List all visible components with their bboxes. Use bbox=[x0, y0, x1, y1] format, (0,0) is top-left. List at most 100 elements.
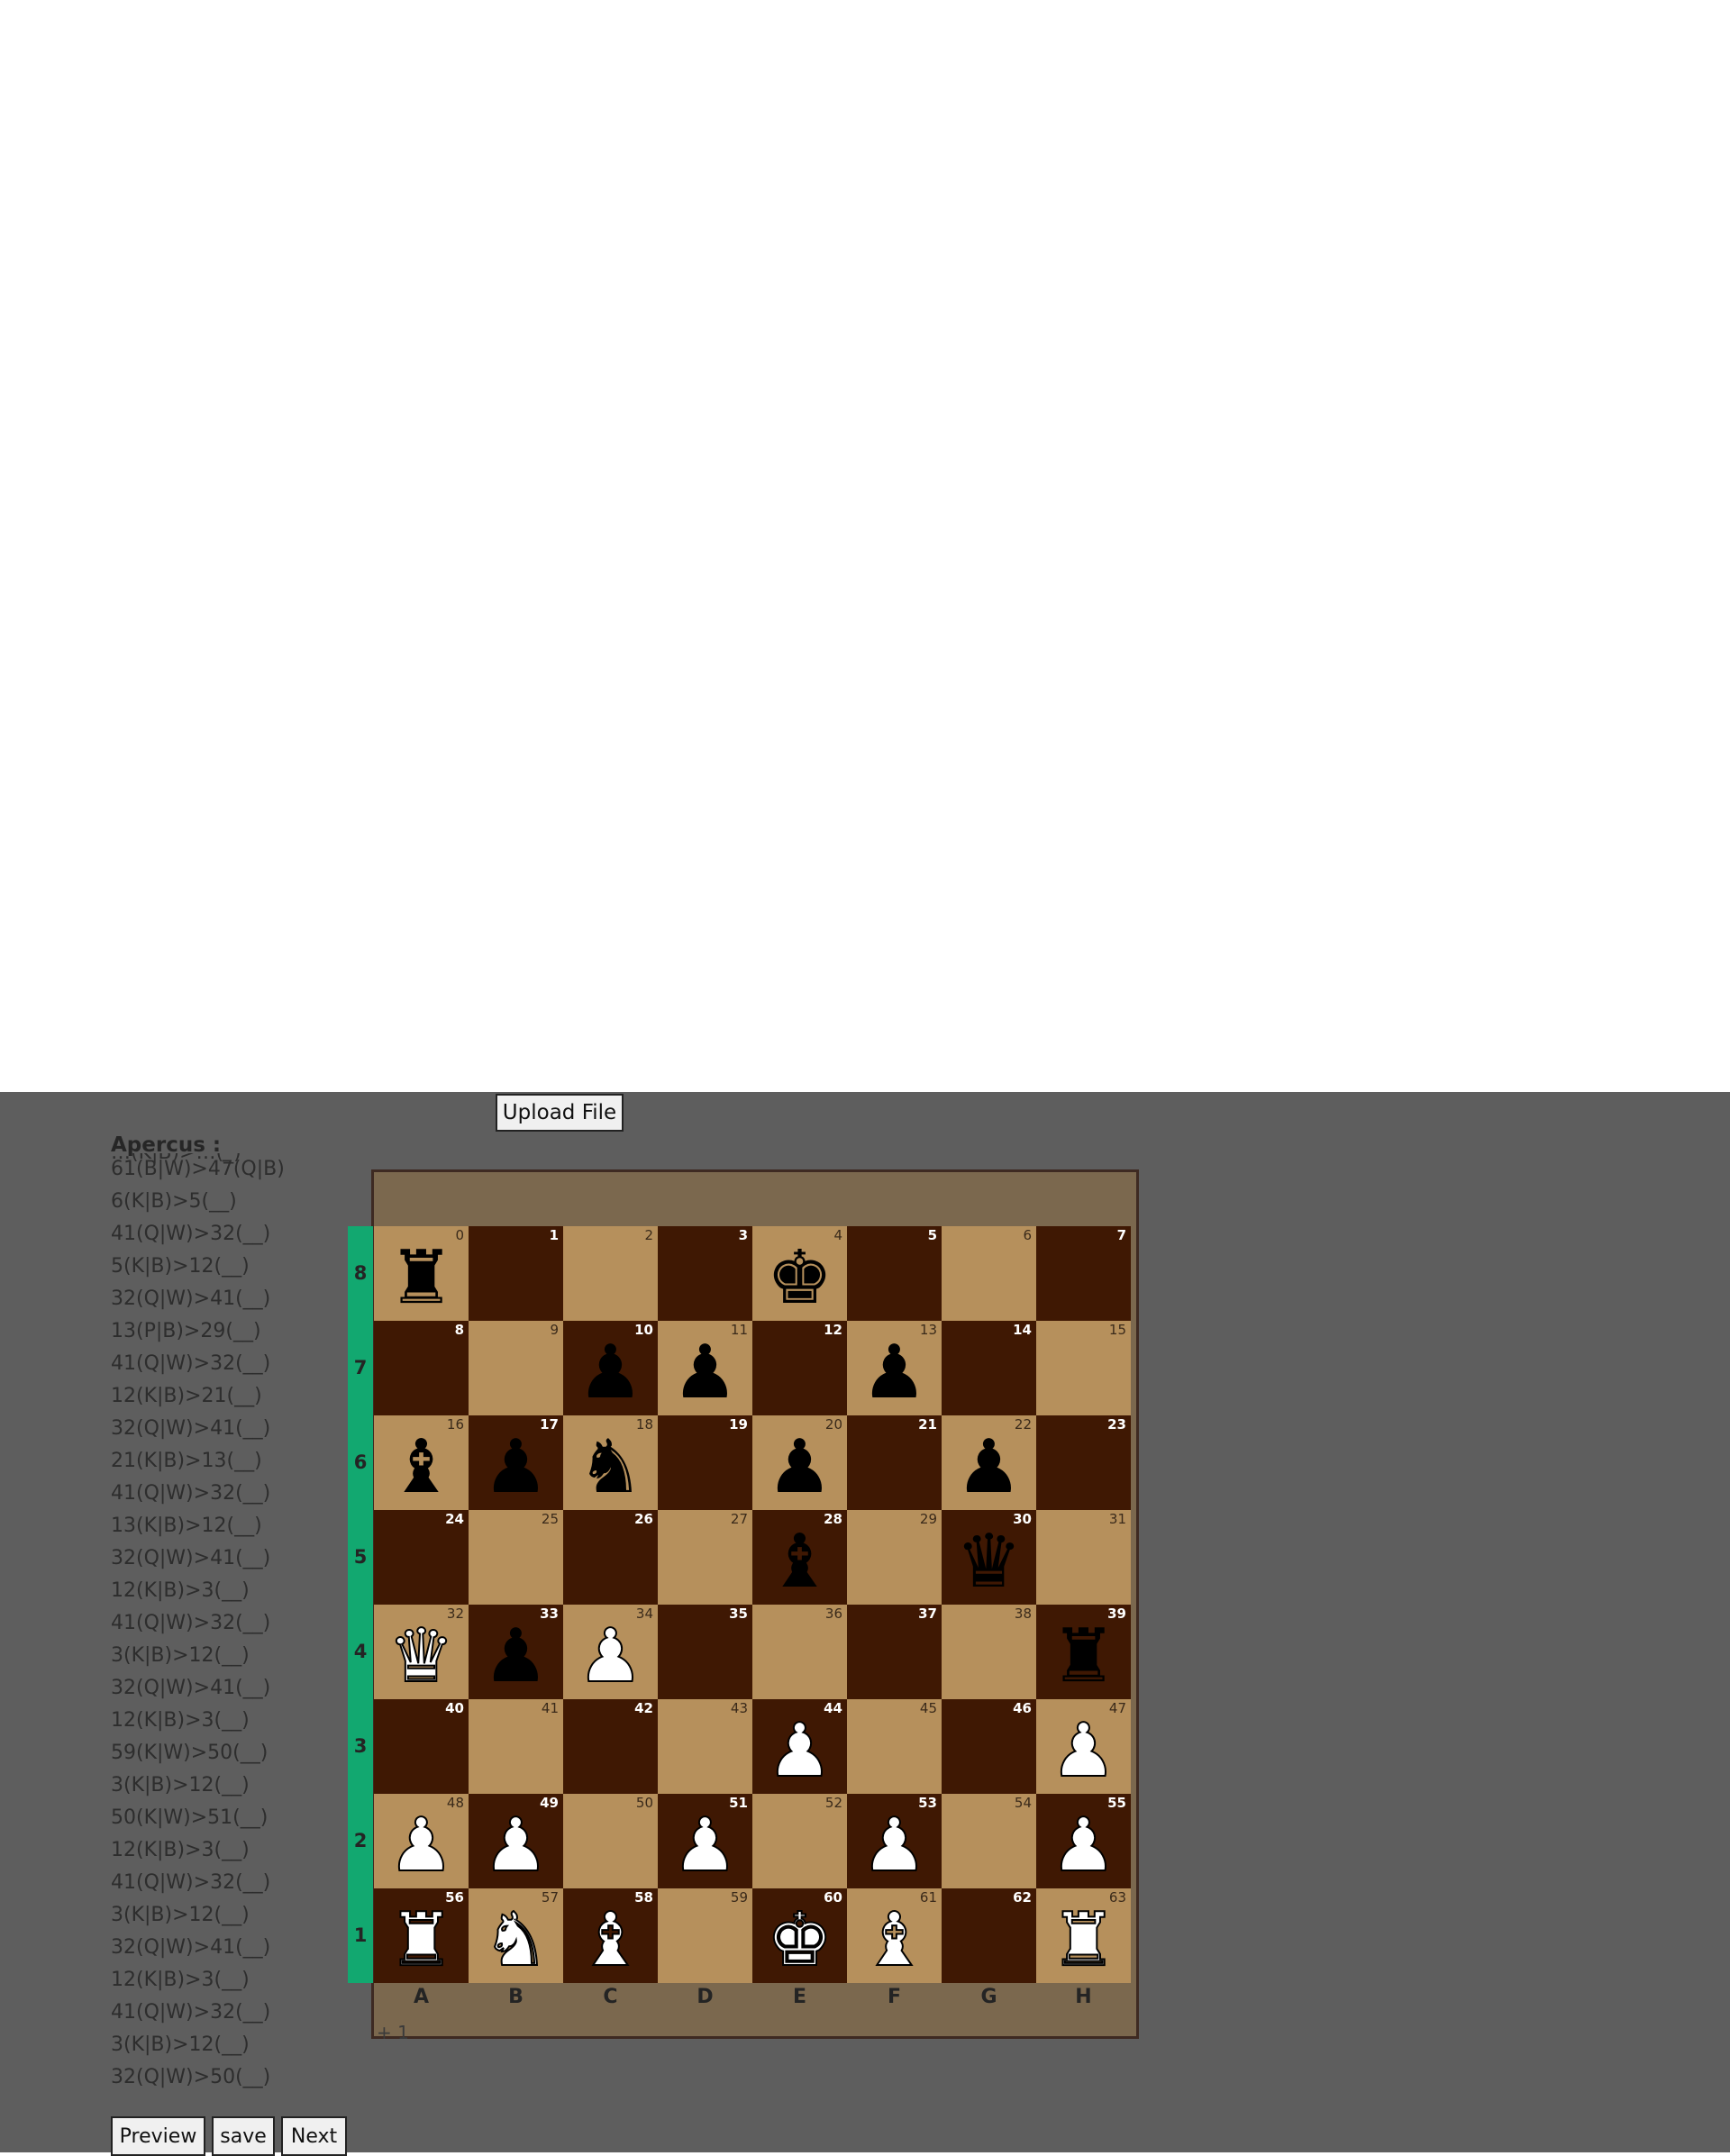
upload-file-button[interactable]: Upload File bbox=[496, 1094, 624, 1132]
white-king-icon[interactable]: ♚ bbox=[752, 1897, 847, 1984]
file-label: H bbox=[1075, 1986, 1092, 2008]
board-square-58[interactable]: 58 ♝ bbox=[563, 1888, 658, 1984]
board-square-8[interactable]: 8 bbox=[374, 1321, 469, 1415]
board-square-18[interactable]: 18 ♞ bbox=[563, 1415, 658, 1510]
board-square-40[interactable]: 40 bbox=[374, 1699, 469, 1794]
black-pawn-icon[interactable]: ♟ bbox=[563, 1330, 658, 1415]
board-square-55[interactable]: 55 ♟ bbox=[1036, 1794, 1131, 1889]
board-square-63[interactable]: 63 ♜ bbox=[1036, 1888, 1131, 1984]
board-square-17[interactable]: 17 ♟ bbox=[469, 1415, 563, 1510]
board-square-0[interactable]: 0 ♜ bbox=[374, 1226, 469, 1321]
board-square-54[interactable]: 54 bbox=[942, 1794, 1036, 1888]
move-list[interactable]: …(K|B)>…(_)61(B|W)>47(Q|B)6(K|B)>5(__)41… bbox=[111, 1153, 336, 2110]
board-square-4[interactable]: 4 ♚ bbox=[752, 1226, 847, 1321]
board-square-27[interactable]: 27 bbox=[658, 1510, 752, 1605]
board-square-15[interactable]: 15 bbox=[1036, 1321, 1131, 1415]
white-rook-icon[interactable]: ♜ bbox=[1036, 1897, 1131, 1984]
board-square-35[interactable]: 35 bbox=[658, 1605, 752, 1699]
board-square-50[interactable]: 50 bbox=[563, 1794, 658, 1888]
white-pawn-icon[interactable]: ♟ bbox=[847, 1802, 942, 1889]
board-square-49[interactable]: 49 ♟ bbox=[469, 1794, 563, 1889]
board-square-3[interactable]: 3 bbox=[658, 1226, 752, 1321]
board-square-60[interactable]: 60 ♚ bbox=[752, 1888, 847, 1984]
board-square-34[interactable]: 34 ♟ bbox=[563, 1605, 658, 1700]
black-bishop-icon[interactable]: ♝ bbox=[374, 1424, 469, 1510]
next-button[interactable]: Next bbox=[281, 2116, 347, 2156]
board-square-53[interactable]: 53 ♟ bbox=[847, 1794, 942, 1889]
square-index-label: 15 bbox=[1108, 1322, 1126, 1338]
board-square-47[interactable]: 47 ♟ bbox=[1036, 1699, 1131, 1795]
board-square-61[interactable]: 61 ♝ bbox=[847, 1888, 942, 1984]
white-pawn-icon[interactable]: ♟ bbox=[752, 1707, 847, 1795]
board-square-16[interactable]: 16 ♝ bbox=[374, 1415, 469, 1510]
board-square-33[interactable]: 33 ♟ bbox=[469, 1605, 563, 1699]
board-square-57[interactable]: 57 ♞ bbox=[469, 1888, 563, 1984]
white-pawn-icon[interactable]: ♟ bbox=[1036, 1707, 1131, 1795]
board-square-43[interactable]: 43 bbox=[658, 1699, 752, 1794]
black-rook-icon[interactable]: ♜ bbox=[1036, 1614, 1131, 1699]
board-square-48[interactable]: 48 ♟ bbox=[374, 1794, 469, 1889]
black-rook-icon[interactable]: ♜ bbox=[374, 1235, 469, 1321]
board-square-62[interactable]: 62 bbox=[942, 1888, 1036, 1983]
black-pawn-icon[interactable]: ♟ bbox=[942, 1424, 1036, 1510]
white-pawn-icon[interactable]: ♟ bbox=[658, 1802, 752, 1889]
board-square-26[interactable]: 26 bbox=[563, 1510, 658, 1605]
white-rook-icon[interactable]: ♜ bbox=[374, 1897, 469, 1984]
black-pawn-icon[interactable]: ♟ bbox=[469, 1614, 563, 1699]
board-square-12[interactable]: 12 bbox=[752, 1321, 847, 1415]
board-square-44[interactable]: 44 ♟ bbox=[752, 1699, 847, 1795]
board-square-31[interactable]: 31 bbox=[1036, 1510, 1131, 1605]
board-square-6[interactable]: 6 bbox=[942, 1226, 1036, 1321]
board-square-1[interactable]: 1 bbox=[469, 1226, 563, 1321]
board-square-20[interactable]: 20 ♟ bbox=[752, 1415, 847, 1510]
board-square-32[interactable]: 32 ♛ bbox=[374, 1605, 469, 1700]
white-pawn-icon[interactable]: ♟ bbox=[1036, 1802, 1131, 1889]
board-square-9[interactable]: 9 bbox=[469, 1321, 563, 1415]
black-pawn-icon[interactable]: ♟ bbox=[847, 1330, 942, 1415]
white-bishop-icon[interactable]: ♝ bbox=[847, 1897, 942, 1984]
black-pawn-icon[interactable]: ♟ bbox=[469, 1424, 563, 1510]
board-square-22[interactable]: 22 ♟ bbox=[942, 1415, 1036, 1510]
preview-button[interactable]: Preview bbox=[111, 2116, 205, 2156]
board-square-41[interactable]: 41 bbox=[469, 1699, 563, 1794]
board-square-52[interactable]: 52 bbox=[752, 1794, 847, 1888]
board-square-11[interactable]: 11 ♟ bbox=[658, 1321, 752, 1415]
board-square-46[interactable]: 46 bbox=[942, 1699, 1036, 1794]
board-square-51[interactable]: 51 ♟ bbox=[658, 1794, 752, 1889]
board-square-19[interactable]: 19 bbox=[658, 1415, 752, 1510]
board-square-38[interactable]: 38 bbox=[942, 1605, 1036, 1699]
white-bishop-icon[interactable]: ♝ bbox=[563, 1897, 658, 1984]
board-square-24[interactable]: 24 bbox=[374, 1510, 469, 1605]
black-pawn-icon[interactable]: ♟ bbox=[752, 1424, 847, 1510]
black-knight-icon[interactable]: ♞ bbox=[563, 1424, 658, 1510]
white-queen-icon[interactable]: ♛ bbox=[374, 1613, 469, 1700]
board-square-29[interactable]: 29 bbox=[847, 1510, 942, 1605]
board-square-10[interactable]: 10 ♟ bbox=[563, 1321, 658, 1415]
white-pawn-icon[interactable]: ♟ bbox=[374, 1802, 469, 1889]
board-square-5[interactable]: 5 bbox=[847, 1226, 942, 1321]
board-square-14[interactable]: 14 bbox=[942, 1321, 1036, 1415]
board-square-21[interactable]: 21 bbox=[847, 1415, 942, 1510]
white-pawn-icon[interactable]: ♟ bbox=[469, 1802, 563, 1889]
board-square-28[interactable]: 28 ♝ bbox=[752, 1510, 847, 1605]
board-square-56[interactable]: 56 ♜ bbox=[374, 1888, 469, 1984]
black-bishop-icon[interactable]: ♝ bbox=[752, 1519, 847, 1605]
board-square-36[interactable]: 36 bbox=[752, 1605, 847, 1699]
board-square-7[interactable]: 7 bbox=[1036, 1226, 1131, 1321]
board-square-23[interactable]: 23 bbox=[1036, 1415, 1131, 1510]
black-king-icon[interactable]: ♚ bbox=[752, 1235, 847, 1321]
save-button[interactable]: save bbox=[212, 2116, 275, 2156]
black-pawn-icon[interactable]: ♟ bbox=[658, 1330, 752, 1415]
board-square-30[interactable]: 30 ♛ bbox=[942, 1510, 1036, 1605]
board-square-45[interactable]: 45 bbox=[847, 1699, 942, 1794]
black-queen-icon[interactable]: ♛ bbox=[942, 1519, 1036, 1605]
board-square-37[interactable]: 37 bbox=[847, 1605, 942, 1699]
board-square-2[interactable]: 2 bbox=[563, 1226, 658, 1321]
board-square-59[interactable]: 59 bbox=[658, 1888, 752, 1983]
board-square-13[interactable]: 13 ♟ bbox=[847, 1321, 942, 1415]
board-square-42[interactable]: 42 bbox=[563, 1699, 658, 1794]
white-pawn-icon[interactable]: ♟ bbox=[563, 1613, 658, 1700]
board-square-25[interactable]: 25 bbox=[469, 1510, 563, 1605]
white-knight-icon[interactable]: ♞ bbox=[469, 1897, 563, 1984]
board-square-39[interactable]: 39 ♜ bbox=[1036, 1605, 1131, 1699]
